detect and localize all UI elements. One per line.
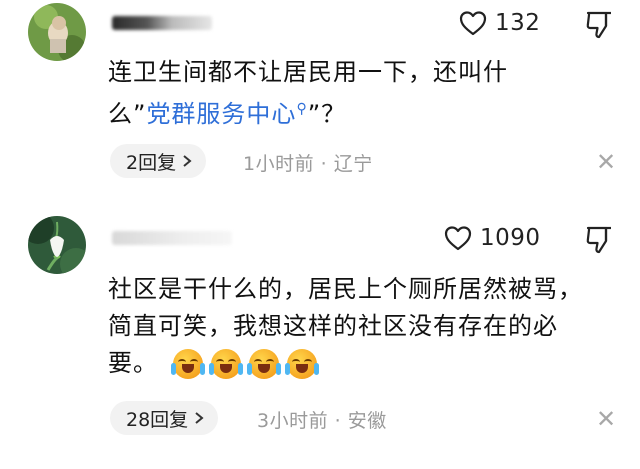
topic-link[interactable]: 党群服务中心⚲ [146,100,307,128]
like-button[interactable]: 1090 [444,225,541,251]
comment-text-part: ”？ [307,100,347,128]
like-count: 132 [495,10,541,36]
reply-count-button[interactable]: 28回复 [110,401,219,435]
reply-count-button[interactable]: 2回复 [110,144,207,178]
like-count: 1090 [480,225,541,251]
avatar-snowdrop-flower [28,216,86,274]
dislike-icon[interactable] [585,225,613,255]
close-icon[interactable]: ✕ [596,407,616,431]
avatar-photo-green [28,3,86,61]
emoji-row [170,349,325,379]
close-icon[interactable]: ✕ [596,150,616,174]
comment-card: 132 连卫生间都不让居民用一下，还叫什 么”党群服务中心⚲”？ 2回复 1小时… [0,0,640,200]
comment-text-part: 连卫生间都不让居民用一下，还叫什 [108,58,508,86]
heart-icon [444,226,472,251]
topic-link-label: 党群服务中心 [146,100,297,128]
comment-meta: 1小时前 · 辽宁 [243,153,373,175]
user-avatar[interactable] [28,3,86,61]
like-button[interactable]: 132 [459,10,540,36]
loudly-crying-emoji-icon [246,349,281,379]
username-blurred[interactable] [112,16,212,30]
comment-meta: 3小时前 · 安徽 [257,410,387,432]
reply-count-label: 28回复 [126,408,189,431]
user-avatar[interactable] [28,216,86,274]
reply-count-label: 2回复 [126,151,177,174]
dislike-icon[interactable] [585,10,613,40]
comment-text-part: 么” [108,100,147,128]
chevron-right-icon [183,155,192,167]
loudly-crying-emoji-icon [208,349,243,379]
loudly-crying-emoji-icon [284,349,319,379]
comment-card: 1090 社区是干什么的，居民上个厕所居然被骂，简直可笑，我想这样的社区没有存在… [0,205,640,469]
heart-icon [459,11,487,36]
chevron-right-icon [195,412,204,424]
search-icon: ⚲ [296,101,308,117]
username-blurred[interactable] [112,231,232,245]
comment-text: 连卫生间都不让居民用一下，还叫什 么”党群服务中心⚲”？ [108,54,608,133]
comment-text: 社区是干什么的，居民上个厕所居然被骂，简直可笑，我想这样的社区没有存在的必要。 [108,271,606,382]
loudly-crying-emoji-icon [170,349,205,379]
